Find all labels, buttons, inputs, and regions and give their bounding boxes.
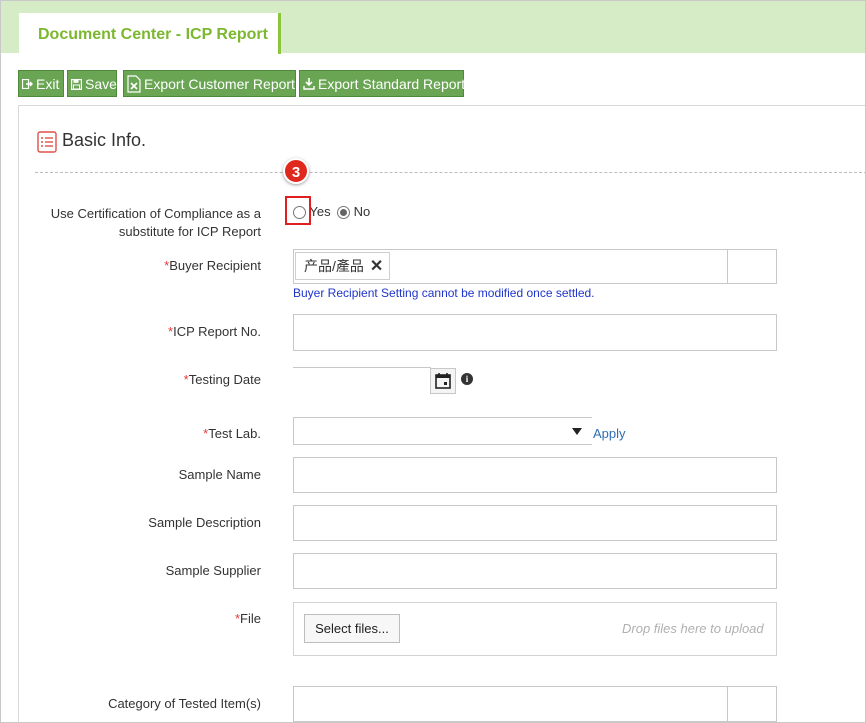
buyer-recipient-label: *Buyer Recipient bbox=[31, 257, 261, 275]
testing-date-input[interactable] bbox=[293, 367, 431, 395]
remove-tag-icon[interactable]: ✕ bbox=[370, 258, 383, 275]
drop-hint: Drop files here to upload bbox=[622, 621, 764, 636]
buyer-recipient-tag: 产品/產品 ✕ bbox=[295, 252, 391, 280]
test-lab-select[interactable] bbox=[293, 417, 592, 445]
exit-icon bbox=[22, 79, 33, 90]
export-standard-report-button[interactable]: Export Standard Report bbox=[299, 70, 466, 97]
buyer-recipient-text: Buyer Recipient bbox=[169, 258, 261, 273]
step-badge: 3 bbox=[283, 158, 309, 184]
buyer-recipient-tag-text: 产品/產品 bbox=[304, 258, 364, 274]
section-title: Basic Info. bbox=[62, 130, 147, 150]
sample-supplier-label: Sample Supplier bbox=[165, 563, 261, 578]
tab-document-center[interactable]: Document Center - ICP Report bbox=[19, 13, 281, 54]
export-customer-label: Export Customer Report bbox=[144, 75, 295, 92]
category-divider bbox=[727, 686, 728, 722]
coc-label: Use Certification of Compliance as a sub… bbox=[31, 205, 261, 241]
category-input[interactable] bbox=[293, 686, 777, 722]
coc-label-line2: substitute for ICP Report bbox=[118, 224, 261, 239]
save-label: Save bbox=[85, 75, 117, 92]
highlight-box bbox=[285, 196, 311, 225]
window-frame: Document Center - ICP Report Exit Save E… bbox=[0, 0, 866, 723]
tab-title: Document Center - ICP Report bbox=[38, 26, 268, 43]
save-icon bbox=[71, 78, 82, 90]
sample-description-label: Sample Description bbox=[148, 515, 261, 530]
exit-button[interactable]: Exit bbox=[18, 70, 64, 97]
download-icon bbox=[303, 78, 315, 90]
coc-yes-label: Yes bbox=[309, 204, 331, 219]
buyer-recipient-divider bbox=[727, 249, 728, 284]
file-text: File bbox=[240, 611, 261, 626]
tab-bar: Document Center - ICP Report bbox=[1, 1, 865, 54]
icp-report-no-input[interactable] bbox=[293, 314, 777, 351]
excel-file-icon bbox=[127, 75, 141, 93]
coc-label-line1: Use Certification of Compliance as a bbox=[50, 206, 261, 221]
export-customer-report-button[interactable]: Export Customer Report bbox=[123, 70, 296, 97]
coc-no-label: No bbox=[353, 204, 371, 219]
sample-supplier-input[interactable] bbox=[293, 553, 777, 589]
apply-link[interactable]: Apply bbox=[593, 426, 626, 441]
save-button[interactable]: Save bbox=[67, 70, 117, 97]
category-label: Category of Tested Item(s) bbox=[108, 696, 261, 711]
section-divider bbox=[35, 172, 865, 173]
sample-name-input[interactable] bbox=[293, 457, 777, 493]
testing-date-label: *Testing Date bbox=[31, 371, 261, 389]
calendar-button[interactable] bbox=[430, 368, 456, 394]
file-label: *File bbox=[31, 610, 261, 628]
dropdown-arrow-icon[interactable] bbox=[572, 428, 582, 435]
coc-no-radio[interactable] bbox=[337, 206, 350, 220]
coc-no-option[interactable]: No bbox=[337, 204, 371, 220]
sample-name-label: Sample Name bbox=[178, 467, 261, 482]
calendar-icon bbox=[435, 373, 451, 389]
testing-date-text: Testing Date bbox=[188, 372, 261, 387]
exit-label: Exit bbox=[36, 75, 60, 92]
test-lab-label: *Test Lab. bbox=[31, 425, 261, 443]
sample-description-input[interactable] bbox=[293, 505, 777, 541]
info-icon[interactable]: i bbox=[461, 373, 473, 385]
buyer-recipient-note: Buyer Recipient Setting cannot be modifi… bbox=[293, 286, 595, 300]
test-lab-text: Test Lab. bbox=[208, 426, 261, 441]
icp-report-no-text: ICP Report No. bbox=[173, 324, 261, 339]
select-files-button[interactable]: Select files... bbox=[304, 614, 400, 643]
icp-report-no-label: *ICP Report No. bbox=[31, 323, 261, 341]
list-icon bbox=[37, 131, 57, 153]
export-standard-label: Export Standard Report bbox=[318, 75, 466, 92]
